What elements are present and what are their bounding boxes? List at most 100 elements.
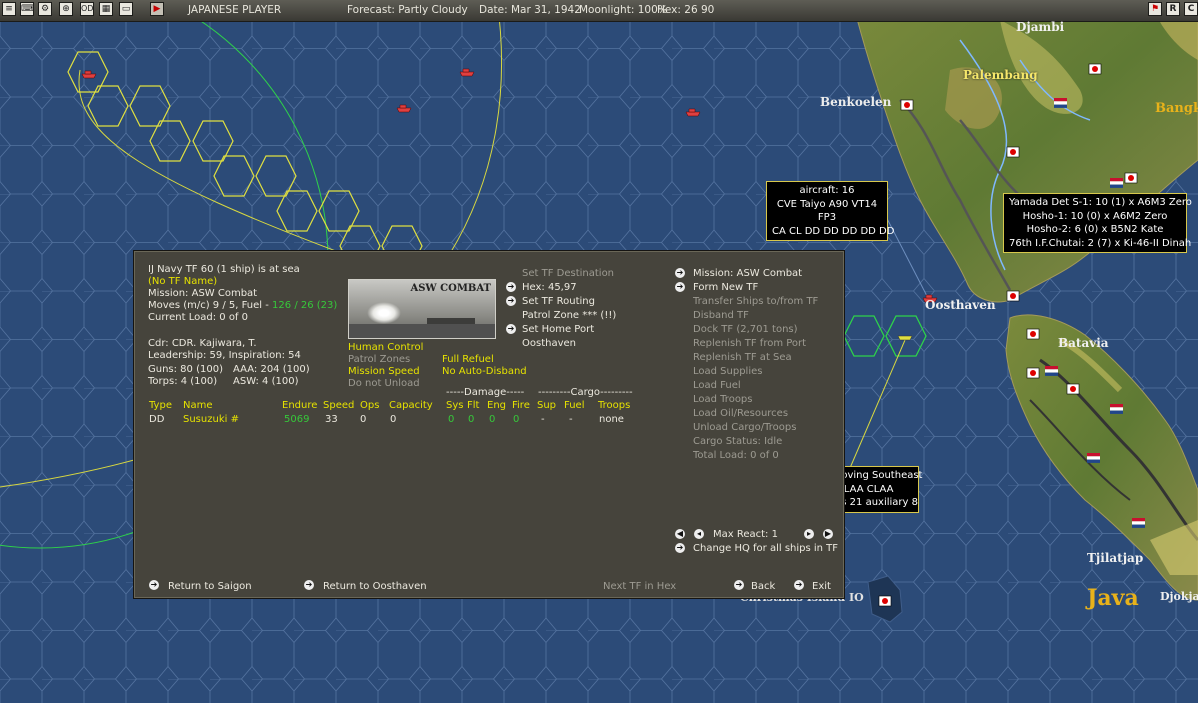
exit-button[interactable]: Exit [812,580,831,593]
set-routing-button[interactable]: Set TF Routing [522,295,595,308]
tf-menu-item[interactable]: Replenish TF from Port [693,337,806,350]
tf-menu-item[interactable]: Load Fuel [693,379,741,392]
photo-label: ASW COMBAT [410,283,491,294]
arrow-icon[interactable]: ➔ [734,580,744,590]
col-name[interactable]: Name [183,399,213,412]
tf-menu-item[interactable]: Load Troops [693,393,753,406]
tf-menu-item[interactable]: Cargo Status: Idle [693,435,782,448]
chart-icon[interactable]: ▦ [99,2,113,16]
tf-menu-item[interactable]: Replenish TF at Sea [693,351,792,364]
back-button[interactable]: Back [751,580,775,593]
do-not-unload-toggle[interactable]: Do not Unload [348,377,420,390]
ship-endure: 5069 [284,414,310,425]
mission-photo: ASW COMBAT [348,279,496,339]
tf-menu-item[interactable]: Load Oil/Resources [693,407,788,420]
tooltip-line: CA CL DD DD DD DD DD [772,225,895,237]
col-fuel[interactable]: Fuel [564,399,584,412]
col-sys[interactable]: Sys [446,399,463,412]
flag-icon[interactable]: ⚑ [1148,2,1162,16]
play-icon[interactable]: ▶ [150,2,164,16]
menu-icon[interactable]: ≡ [2,2,16,16]
tooltip-line: 76th I.F.Chutai: 2 (7) x Ki-46-II Dinah [1009,237,1192,249]
cargo-header: ---------Cargo--------- [538,387,633,398]
tooltip-line: Yamada Det S-1: 10 (1) x A6M3 Zero [1009,197,1192,208]
max-react: Max React: 1 [713,529,778,540]
col-troops[interactable]: Troops [598,399,630,412]
map-label-java[interactable]: Java [1087,585,1139,611]
damage-header: -----Damage----- [446,387,525,398]
tooltip-line: Hosho-1: 10 (0) x A6M2 Zero [1022,210,1168,222]
col-sup[interactable]: Sup [537,399,556,412]
change-hq-button[interactable]: Change HQ for all ships in TF [693,542,838,555]
map-label-tjilatjap[interactable]: Tjilatjap [1087,551,1143,565]
settings-icon[interactable]: ⚙ [38,2,52,16]
target-icon[interactable]: ⊕ [59,2,73,16]
react-increase-fast-icon[interactable]: ▶ [823,529,833,539]
map-label-oosthaven[interactable]: Oosthaven [925,298,996,312]
tf-menu-item[interactable]: Load Supplies [693,365,762,378]
home-port-value: Oosthaven [522,338,576,349]
col-ops[interactable]: Ops [360,399,379,412]
map-label-bangka[interactable]: Bangk [1155,101,1198,116]
tf-menu-item[interactable]: Mission: ASW Combat [693,267,802,280]
torps-stat: Torps: 4 (100) [148,376,218,387]
destination-hex[interactable]: Hex: 45,97 [522,281,577,294]
forecast-text: Forecast: Partly Cloudy [347,4,468,16]
col-type[interactable]: Type [149,399,172,412]
map-label-benkoelen[interactable]: Benkoelen [820,95,891,109]
ship-tooltip: aircraft: 16 CVE Taiyo A90 VT14 FP3 CA C… [766,181,895,241]
arrow-icon[interactable]: ➔ [794,580,804,590]
arrow-icon[interactable]: ➔ [675,268,685,278]
image-icon[interactable]: ▭ [119,2,133,16]
ship-sup: - [541,414,545,425]
task-force-dialog: IJ Navy TF 60 (1 ship) is at sea (No TF … [133,250,845,599]
tooltip-line: aircraft: 16 [799,185,855,196]
no-auto-disband-toggle[interactable]: No Auto-Disband [442,365,527,378]
arrow-icon[interactable]: ➔ [304,580,314,590]
c-button[interactable]: C [1184,2,1198,16]
set-destination-label: Set TF Destination [522,268,615,279]
ship-eng: 0 [489,414,496,425]
ship-troops: none [599,414,624,425]
react-decrease-fast-icon[interactable]: ◀ [675,529,685,539]
tooltip-line: FP3 [817,212,837,223]
col-eng[interactable]: Eng [487,399,506,412]
next-tf-button[interactable]: Next TF in Hex [603,580,676,593]
map-label-djokja[interactable]: Djokja [1160,590,1198,603]
map-label-djambi[interactable]: Djambi [1016,20,1064,34]
col-endure[interactable]: Endure [282,399,317,412]
arrow-icon[interactable]: ➔ [506,282,516,292]
tf-menu-item[interactable]: Form New TF [693,281,758,294]
tf-menu-item[interactable]: Disband TF [693,309,749,322]
arrow-icon[interactable]: ➔ [675,282,685,292]
arrow-icon[interactable]: ➔ [149,580,159,590]
react-decrease-icon[interactable]: ◂ [694,529,704,539]
return-saigon-button[interactable]: Return to Saigon [168,580,252,593]
tooltip-line: CVE Taiyo A90 VT14 [776,198,878,210]
ship-name[interactable]: Susuzuki # [183,413,239,426]
return-oosthaven-button[interactable]: Return to Oosthaven [323,580,427,593]
col-fire[interactable]: Fire [512,399,530,412]
tf-menu-item[interactable]: Transfer Ships to/from TF [693,295,818,308]
map-label-batavia[interactable]: Batavia [1058,336,1109,350]
set-home-port-button[interactable]: Set Home Port [522,323,594,336]
react-increase-icon[interactable]: ▸ [804,529,814,539]
r-button[interactable]: R [1166,2,1180,16]
ship-sys: 0 [448,414,455,425]
col-speed[interactable]: Speed [323,399,354,412]
tf-menu-item[interactable]: Dock TF (2,701 tons) [693,323,798,336]
ship-fuel: - [569,414,573,425]
arrow-icon[interactable]: ➔ [506,296,516,306]
map-label-palembang[interactable]: Palembang [963,68,1038,82]
tf-menu-item[interactable]: Unload Cargo/Troops [693,421,796,434]
col-capacity[interactable]: Capacity [389,399,433,412]
od-button[interactable]: OD [80,2,94,16]
arrow-icon[interactable]: ➔ [675,543,685,553]
tf-menu-item[interactable]: Total Load: 0 of 0 [693,449,779,462]
ship-capacity: 0 [390,414,397,425]
ship-speed: 33 [325,414,338,425]
arrow-icon[interactable]: ➔ [506,324,516,334]
moonlight-text: Moonlight: 100% [579,4,668,16]
col-flt[interactable]: Flt [467,399,479,412]
keyboard-icon[interactable]: ⌨ [20,2,34,16]
